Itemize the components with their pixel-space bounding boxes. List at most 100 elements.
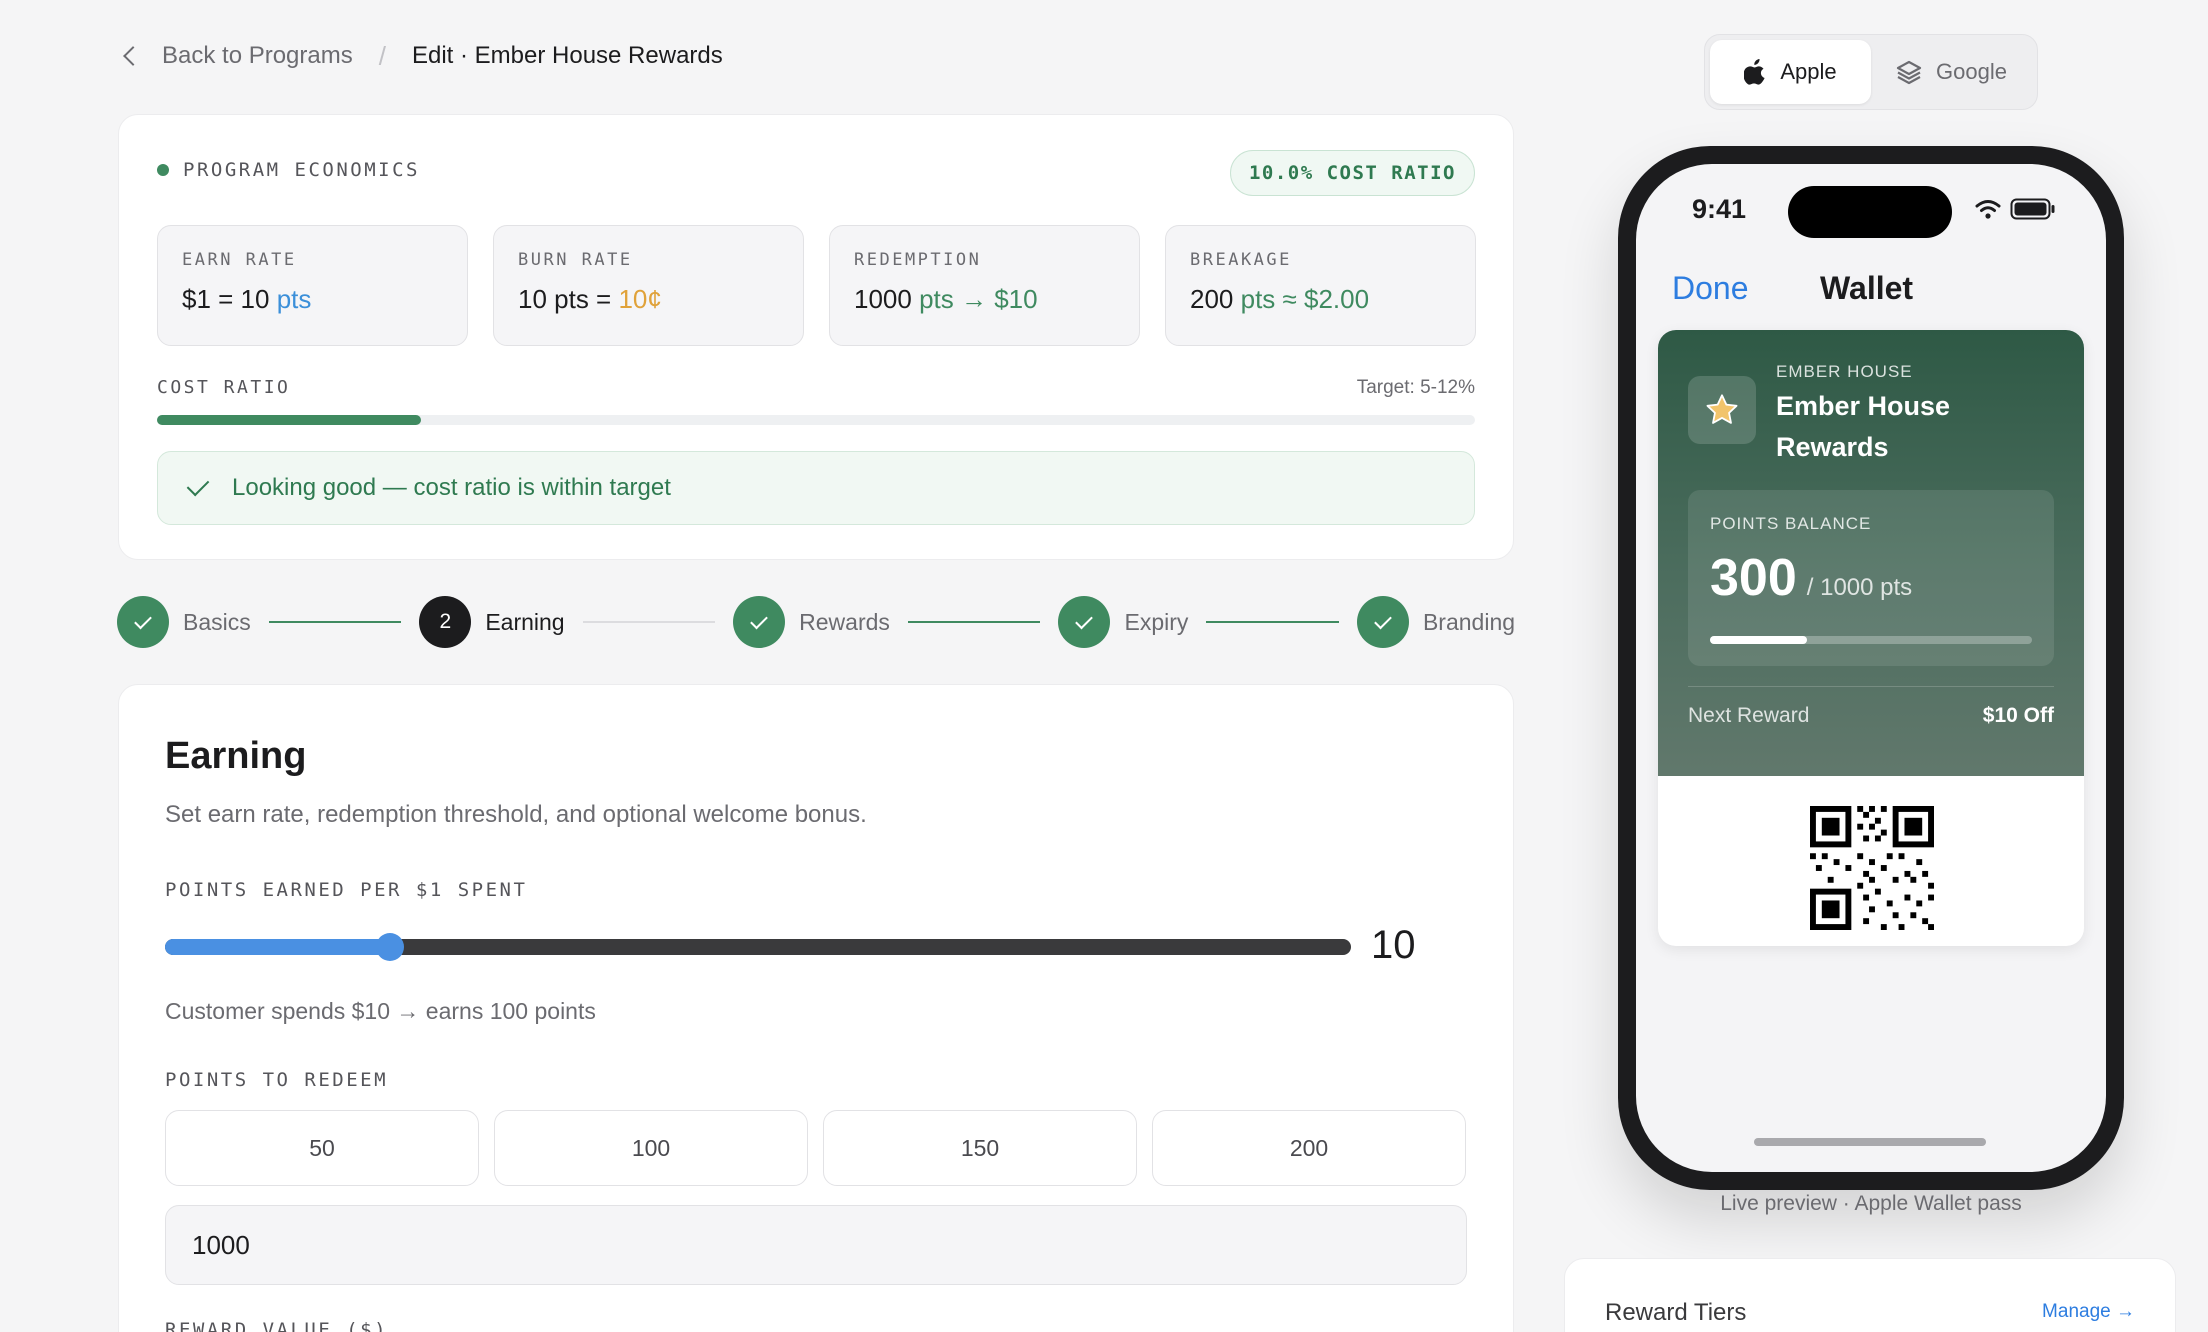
status-dot-icon — [157, 164, 169, 176]
points-to-redeem-label: POINTS TO REDEEM — [165, 1069, 389, 1091]
pass-header: EMBER HOUSE Ember House Rewards POINTS B… — [1658, 330, 2084, 776]
metrics-row: EARN RATE $1 = 10 pts BURN RATE 10 pts =… — [157, 225, 1476, 346]
back-to-programs-link[interactable]: Back to Programs — [162, 42, 353, 70]
step-number: 2 — [419, 596, 472, 648]
next-reward-value: $10 Off — [1982, 704, 2054, 727]
wallet-title: Wallet — [1820, 270, 1914, 306]
phone-screen: 9:41 Done Wallet EMBER HOUSE Ember House… — [1636, 164, 2106, 1172]
redeem-options: 50 100 150 200 — [165, 1110, 1466, 1186]
step-connector — [268, 621, 402, 623]
wallet-done-button[interactable]: Done — [1672, 270, 1749, 307]
points-per-dollar-slider[interactable] — [165, 933, 1351, 961]
reward-tiers-card: Reward Tiers Manage → — [1564, 1258, 2176, 1332]
preview-caption: Live preview · Apple Wallet pass — [1720, 1192, 2022, 1215]
wizard-stepper: Basics 2 Earning Rewards Expiry Branding — [117, 596, 1515, 648]
step-complete-icon — [1356, 596, 1409, 648]
step-label: Rewards — [799, 608, 890, 635]
step-expiry[interactable]: Expiry — [1058, 596, 1188, 648]
metric-value: $1 = 10 pts — [182, 284, 443, 315]
earning-description: Set earn rate, redemption threshold, and… — [165, 801, 867, 828]
step-label: Earning — [485, 608, 565, 635]
breadcrumb: Back to Programs / Edit · Ember House Re… — [118, 38, 723, 74]
manage-tiers-link[interactable]: Manage → — [2042, 1301, 2135, 1323]
redeem-option-50[interactable]: 50 — [165, 1110, 479, 1186]
metric-value-main: 200 — [1190, 284, 1241, 314]
economics-heading-text: PROGRAM ECONOMICS — [183, 159, 420, 181]
metric-label: EARN RATE — [182, 250, 297, 270]
pass-divider — [1688, 686, 2054, 687]
step-basics[interactable]: Basics — [117, 596, 251, 648]
metric-value-unit: pts — [276, 284, 312, 314]
cost-ratio-bar-fill — [157, 415, 421, 425]
metric-value-main: $1 = 10 — [182, 284, 277, 314]
breadcrumb-separator: / — [378, 40, 386, 71]
step-earning[interactable]: 2 Earning — [419, 596, 565, 648]
wifi-icon — [1975, 200, 2001, 219]
metric-value-unit: 10¢ — [618, 284, 662, 314]
metric-value-unit: pts ≈ $2.00 — [1240, 284, 1370, 314]
step-rewards[interactable]: Rewards — [733, 596, 890, 648]
platform-apple-button[interactable]: Apple — [1710, 40, 1871, 104]
redeem-option-150[interactable]: 150 — [823, 1110, 1137, 1186]
step-complete-icon — [733, 596, 786, 648]
points-progress-fill — [1710, 636, 1807, 644]
earning-title: Earning — [165, 735, 307, 777]
metric-earn-rate: EARN RATE $1 = 10 pts — [157, 225, 468, 346]
metric-value-main: 10 pts = — [518, 284, 619, 314]
reward-tiers-title: Reward Tiers — [1605, 1299, 1747, 1326]
points-balance-label: POINTS BALANCE — [1710, 514, 1872, 533]
platform-apple-label: Apple — [1780, 59, 1837, 84]
metric-value-unit: pts → $10 — [919, 284, 1038, 314]
points-balance-number: 300 — [1710, 549, 1797, 607]
step-connector — [1206, 621, 1339, 623]
points-progress-bar — [1710, 636, 2032, 644]
metric-label: BURN RATE — [518, 250, 633, 270]
slider-value: 10 — [1371, 923, 1416, 967]
cost-ratio-label: COST RATIO — [157, 377, 291, 398]
step-complete-icon — [1058, 596, 1111, 648]
metric-value: 1000 pts → $10 — [854, 284, 1115, 315]
phone-preview: 9:41 Done Wallet EMBER HOUSE Ember House… — [1618, 146, 2124, 1190]
star-icon — [1706, 394, 1738, 424]
step-label: Expiry — [1124, 608, 1189, 635]
metric-breakage: BREAKAGE 200 pts ≈ $2.00 — [1165, 225, 1476, 346]
step-label: Basics — [183, 608, 251, 635]
qr-code-icon — [1810, 806, 1934, 930]
step-connector — [582, 621, 716, 623]
step-connector — [907, 621, 1041, 623]
apple-icon — [1744, 59, 1765, 85]
metric-redemption: REDEMPTION 1000 pts → $10 — [829, 225, 1140, 346]
points-to-redeem-input[interactable]: 1000 — [165, 1205, 1467, 1285]
cost-status-text: Looking good — cost ratio is within targ… — [232, 474, 671, 501]
chevron-left-icon[interactable] — [123, 46, 143, 66]
slider-thumb[interactable] — [376, 933, 405, 961]
step-branding[interactable]: Branding — [1356, 596, 1515, 648]
metric-burn-rate: BURN RATE 10 pts = 10¢ — [493, 225, 804, 346]
cost-ratio-row: COST RATIO Target: 5-12% — [157, 377, 1475, 399]
pass-logo — [1688, 376, 1756, 444]
platform-google-button[interactable]: Google — [1871, 40, 2032, 104]
points-earned-label: POINTS EARNED PER $1 SPENT — [165, 879, 528, 901]
wallet-pass[interactable]: EMBER HOUSE Ember House Rewards POINTS B… — [1658, 330, 2084, 946]
status-bar-time: 9:41 — [1692, 194, 1747, 224]
metric-label: BREAKAGE — [1190, 250, 1292, 270]
metric-value-main: 1000 — [854, 284, 920, 314]
cost-ratio-badge: 10.0% COST RATIO — [1229, 150, 1475, 196]
redeem-option-100[interactable]: 100 — [494, 1110, 808, 1186]
check-icon — [186, 473, 210, 497]
pass-organization: EMBER HOUSE — [1776, 362, 1913, 381]
points-balance-panel: POINTS BALANCE 300 / 1000 pts — [1688, 490, 2054, 666]
platform-google-label: Google — [1936, 59, 2007, 84]
dynamic-island — [1788, 186, 1952, 238]
slider-fill — [165, 939, 391, 955]
next-reward-label: Next Reward — [1688, 704, 1810, 727]
redeem-option-200[interactable]: 200 — [1152, 1110, 1466, 1186]
earning-helper-text: Customer spends $10 → earns 100 points — [165, 998, 596, 1024]
metric-value: 200 pts ≈ $2.00 — [1190, 284, 1451, 315]
points-balance-total: / 1000 pts — [1806, 574, 1913, 601]
cost-ratio-target: Target: 5-12% — [1356, 377, 1475, 398]
home-indicator — [1754, 1138, 1986, 1146]
points-balance-value: 300 / 1000 pts — [1710, 548, 1912, 608]
economics-heading: PROGRAM ECONOMICS — [157, 159, 420, 181]
step-complete-icon — [117, 596, 169, 648]
